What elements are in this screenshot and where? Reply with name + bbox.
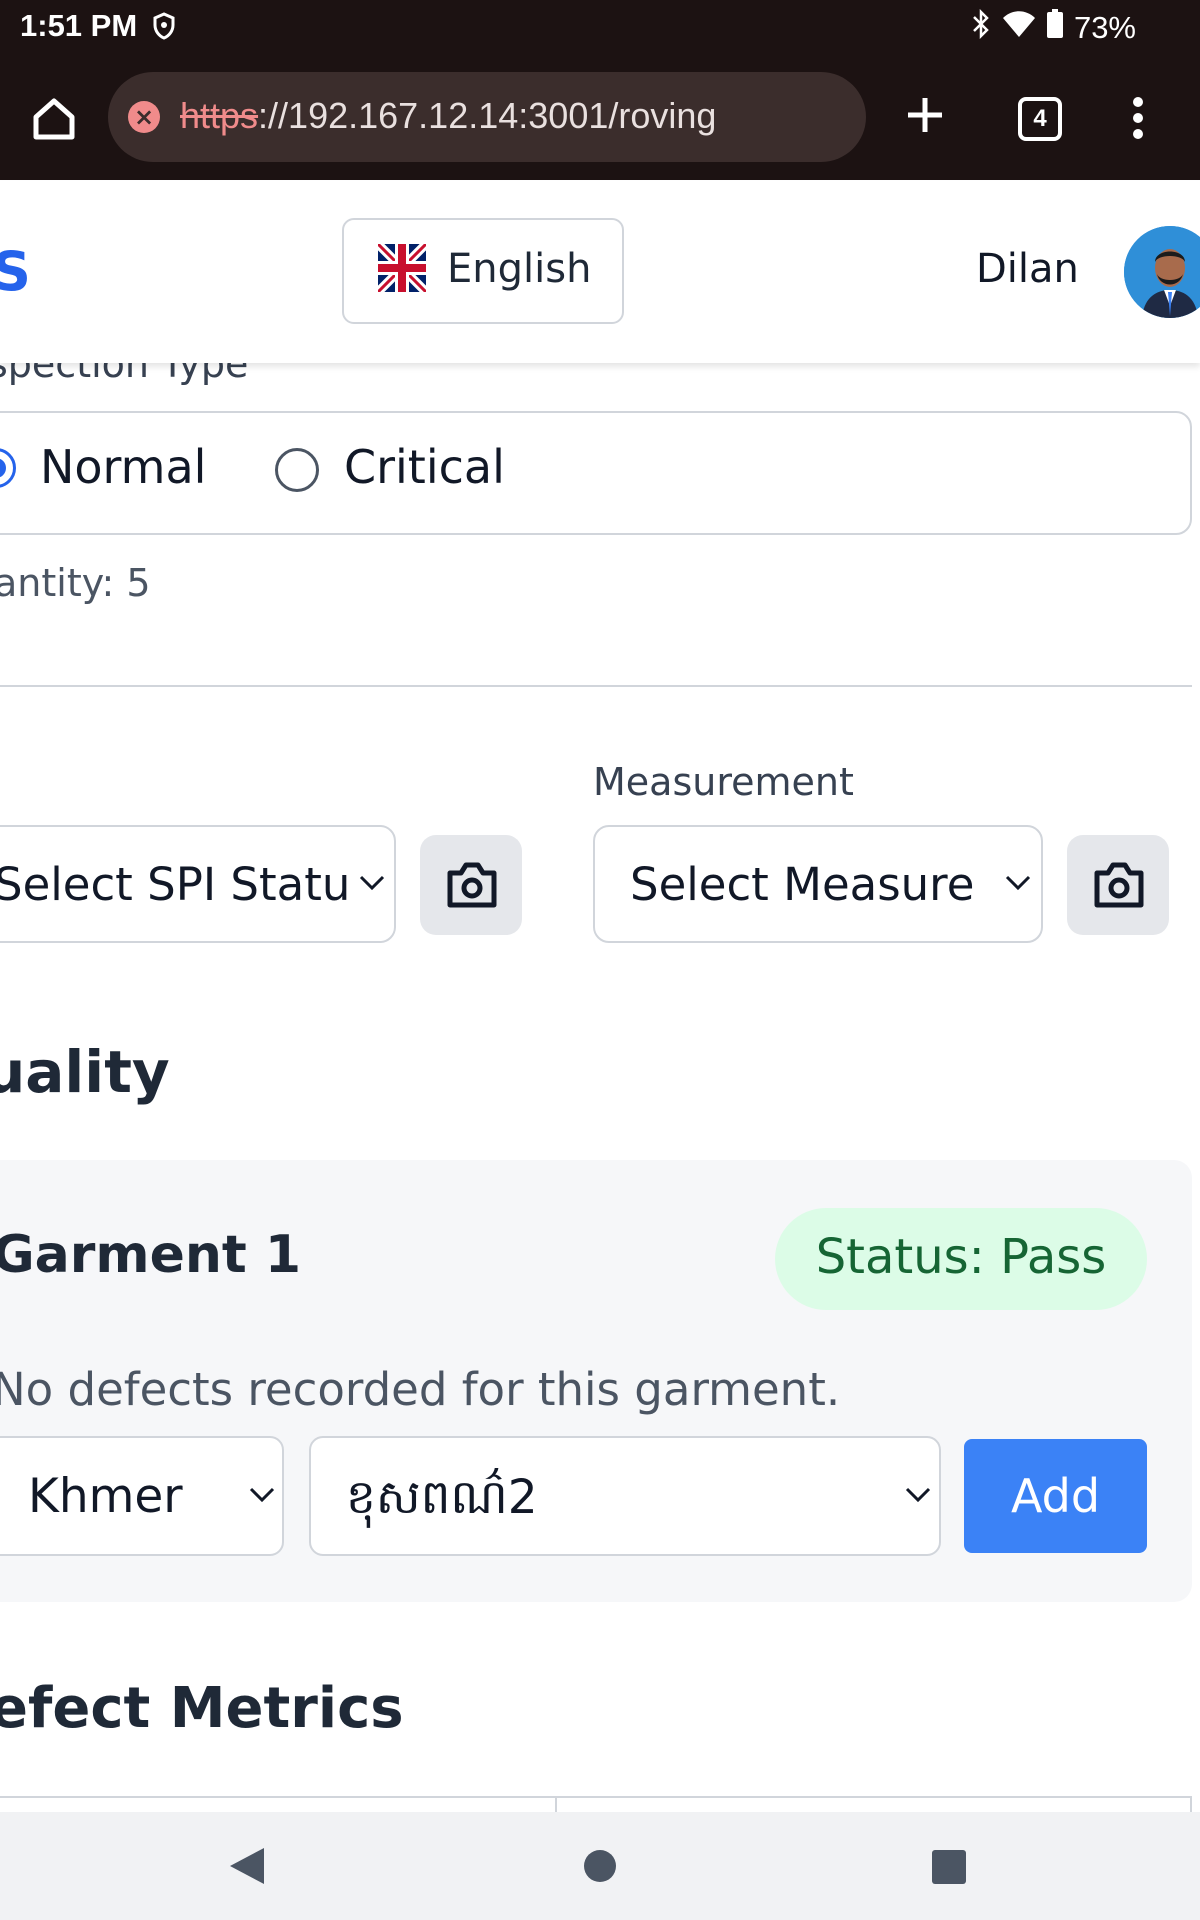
url-text[interactable]: https://192.167.12.14:3001/roving bbox=[180, 95, 716, 137]
back-icon[interactable] bbox=[228, 1846, 266, 1890]
new-tab-icon[interactable] bbox=[900, 90, 950, 140]
url-scheme: https bbox=[180, 95, 259, 136]
user-name[interactable]: Dilan bbox=[976, 246, 1079, 292]
uk-flag-icon bbox=[374, 240, 430, 296]
add-defect-button[interactable]: Add bbox=[964, 1439, 1147, 1553]
chevron-down-icon bbox=[358, 874, 386, 896]
quantity-text: antity: 5 bbox=[0, 561, 151, 605]
defect-type-value[interactable]: ខុសពណ៌2 bbox=[346, 1467, 538, 1536]
defect-language-value[interactable]: Khmer bbox=[28, 1469, 183, 1524]
spi-status-placeholder[interactable]: Select SPI Statu bbox=[0, 858, 350, 911]
quality-heading: uality bbox=[0, 1038, 170, 1106]
home-nav-icon[interactable] bbox=[584, 1850, 616, 1882]
chevron-down-icon bbox=[1004, 874, 1032, 896]
shield-icon bbox=[152, 12, 176, 44]
status-time: 1:51 PM bbox=[20, 8, 138, 43]
home-icon[interactable] bbox=[28, 93, 80, 145]
tab-switcher-button[interactable]: 4 bbox=[1018, 97, 1062, 141]
spi-label: I bbox=[0, 760, 3, 804]
measurement-placeholder[interactable]: Select Measure bbox=[630, 858, 974, 911]
measurement-label: Measurement bbox=[593, 760, 854, 804]
defect-metrics-heading: efect Metrics bbox=[0, 1676, 404, 1741]
status-icons: 73% bbox=[970, 8, 1136, 47]
status-badge-text: Status: Pass bbox=[815, 1229, 1107, 1285]
radio-normal-label[interactable]: Normal bbox=[40, 440, 206, 494]
radio-critical-label[interactable]: Critical bbox=[344, 440, 505, 494]
no-defects-message: No defects recorded for this garment. bbox=[0, 1363, 841, 1416]
battery-percent: 73% bbox=[1073, 10, 1136, 45]
garment-title: Garment 1 bbox=[0, 1225, 302, 1285]
radio-critical[interactable] bbox=[275, 448, 319, 492]
url-path: ://192.167.12.14:3001/roving bbox=[258, 95, 717, 136]
camera-icon bbox=[1092, 859, 1146, 915]
divider bbox=[0, 685, 1192, 687]
camera-icon bbox=[445, 859, 499, 915]
language-label: English bbox=[447, 246, 592, 292]
insecure-icon[interactable]: × bbox=[128, 101, 160, 133]
status-bar: 1:51 PM 73% bbox=[0, 0, 1200, 58]
chevron-down-icon bbox=[904, 1486, 932, 1508]
measurement-camera-button[interactable] bbox=[1067, 835, 1169, 935]
more-menu-icon[interactable] bbox=[1132, 96, 1144, 140]
brand-logo[interactable]: S bbox=[0, 240, 31, 303]
spi-camera-button[interactable] bbox=[420, 835, 522, 935]
recents-icon[interactable] bbox=[932, 1850, 966, 1884]
battery-icon bbox=[1046, 9, 1064, 47]
bluetooth-icon bbox=[970, 8, 992, 47]
wifi-icon bbox=[1002, 10, 1036, 46]
chevron-down-icon bbox=[248, 1486, 276, 1508]
